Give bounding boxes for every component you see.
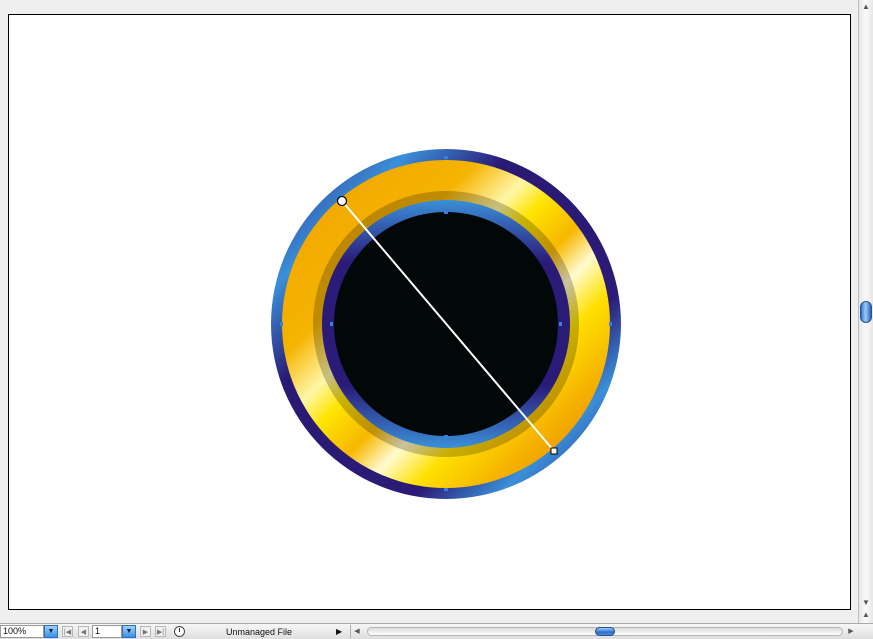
ring-artwork[interactable] [0, 0, 858, 623]
clock-icon[interactable] [174, 626, 185, 637]
zoom-field[interactable]: 100% [0, 625, 44, 638]
next-page-icon[interactable]: ▶ [140, 626, 151, 637]
page-dropdown-icon[interactable]: ▼ [122, 625, 136, 638]
horizontal-scrollbar[interactable]: ◀ ▶ [350, 625, 858, 638]
previous-page-icon[interactable]: ◀ [78, 626, 89, 637]
vertical-scroll-thumb[interactable] [860, 301, 872, 323]
status-bar: 100% ▼ |◀ ◀ 1 ▼ ▶ ▶| Unmanaged File ▶ ◀ … [0, 623, 873, 639]
gradient-start-handle[interactable] [336, 195, 348, 207]
scroll-down-end-arrow-icon[interactable]: ▲ [859, 608, 873, 622]
horizontal-scroll-thumb[interactable] [595, 627, 615, 636]
last-page-icon[interactable]: ▶| [155, 626, 166, 637]
gradient-end-handle[interactable] [550, 447, 558, 455]
page-number-field[interactable]: 1 [92, 625, 122, 638]
scroll-up-arrow-icon[interactable]: ▲ [859, 0, 873, 14]
status-text: Unmanaged File [226, 627, 293, 637]
first-page-icon[interactable]: |◀ [62, 626, 73, 637]
document-workspace [0, 0, 858, 623]
vertical-scrollbar[interactable]: ▲ ▼ ▲ [858, 0, 873, 623]
scroll-left-arrow-icon[interactable]: ◀ [351, 625, 363, 638]
status-menu-arrow-icon[interactable]: ▶ [336, 626, 342, 638]
zoom-dropdown-icon[interactable]: ▼ [44, 625, 58, 638]
scroll-right-arrow-icon[interactable]: ▶ [845, 625, 857, 638]
